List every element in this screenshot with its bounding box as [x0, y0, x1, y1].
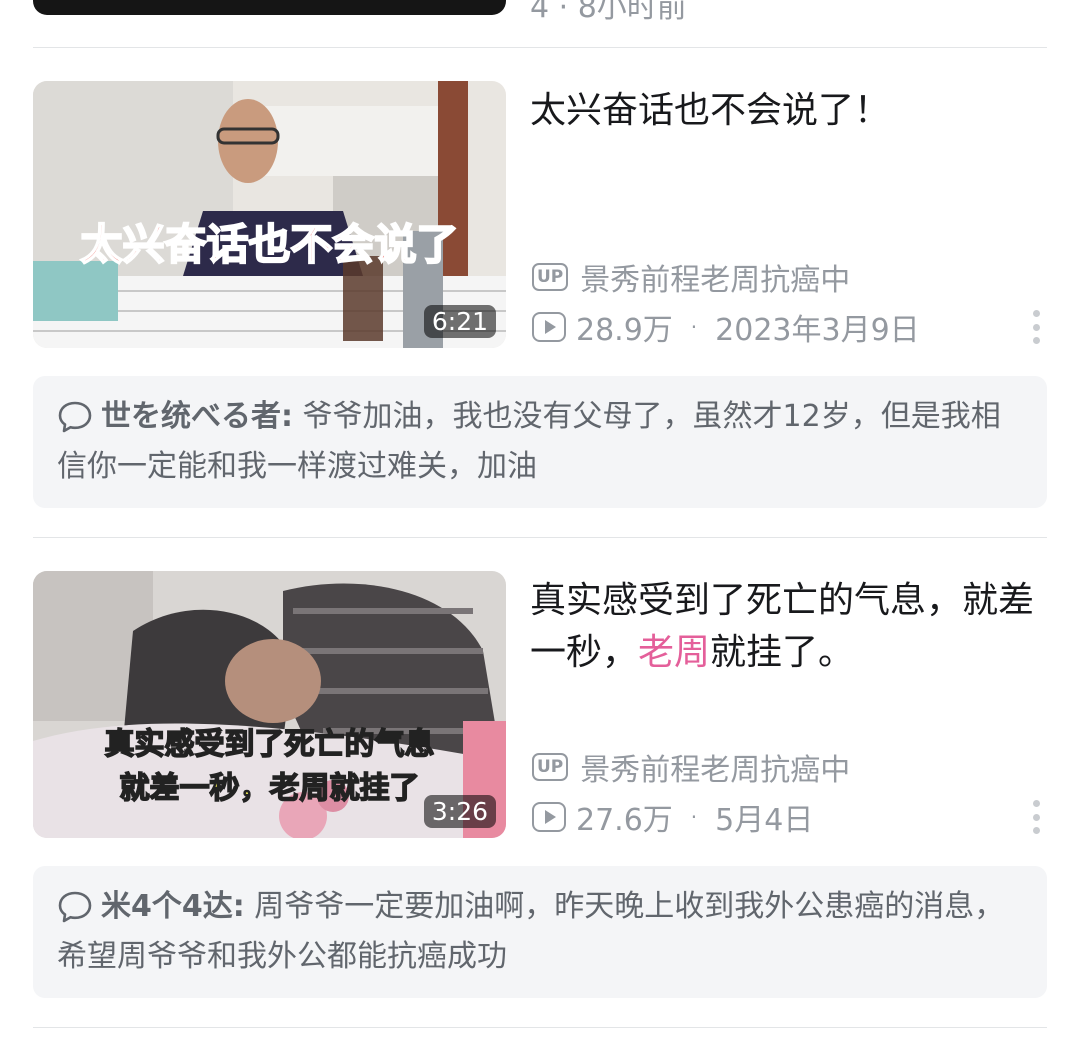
divider: [33, 537, 1047, 538]
up-badge-icon: UP: [532, 753, 569, 781]
thumbnail-caption: 太兴奋话也不会说了: [79, 219, 459, 270]
thumbnail-caption-line-1: 真实感受到了死亡的气息: [104, 726, 436, 763]
uploader-name: 景秀前程老周抗癌中: [580, 263, 851, 298]
title-text-suffix: 就挂了。: [710, 632, 855, 673]
comment-icon: [58, 401, 92, 433]
play-count-icon: [532, 312, 566, 342]
more-options-icon[interactable]: [1030, 310, 1042, 344]
title-text: 太兴奋话也不会说了！: [530, 90, 891, 131]
separator-dot: ·: [690, 315, 698, 339]
previous-video-card-partial[interactable]: 4 · 8小时前: [0, 0, 1080, 48]
video-thumbnail[interactable]: 太兴奋话也不会说了 6:21: [33, 81, 506, 348]
comment-author: 世を统べる者:: [101, 399, 293, 434]
up-badge-icon: UP: [532, 263, 569, 291]
top-comment[interactable]: 米4个4达: 周爷爷一定要加油啊，昨天晚上收到我外公患癌的消息，希望周爷爷和我外…: [33, 866, 1047, 998]
view-count: 27.6万: [576, 803, 673, 838]
play-count-icon: [532, 802, 566, 832]
top-comment[interactable]: 世を统べる者: 爷爷加油，我也没有父母了，虽然才12岁，但是我相信你一定能和我一…: [33, 376, 1047, 508]
video-duration: 3:26: [423, 795, 496, 828]
video-thumbnail[interactable]: [33, 0, 506, 15]
divider: [33, 1027, 1047, 1028]
video-stats: 28.9万 · 2023年3月9日: [532, 307, 920, 348]
uploader-name: 景秀前程老周抗癌中: [580, 753, 851, 788]
comment-icon: [58, 891, 92, 923]
title-highlight: 老周: [638, 632, 711, 673]
video-thumbnail[interactable]: 真实感受到了死亡的气息 就差一秒，老周就挂了 3:26: [33, 571, 506, 838]
separator-dot: ·: [690, 805, 698, 829]
video-stats: 27.6万 · 5月4日: [532, 797, 814, 838]
publish-date: 5月4日: [715, 803, 814, 838]
video-title[interactable]: 太兴奋话也不会说了！: [530, 85, 1040, 137]
comment-author: 米4个4达:: [101, 889, 245, 924]
video-meta: 4 · 8小时前: [530, 0, 687, 25]
view-count: 28.9万: [576, 313, 673, 348]
uploader-row[interactable]: UP 景秀前程老周抗癌中: [532, 257, 851, 298]
divider: [33, 47, 1047, 48]
more-options-icon[interactable]: [1030, 800, 1042, 834]
publish-date: 2023年3月9日: [715, 313, 920, 348]
video-title[interactable]: 真实感受到了死亡的气息，就差一秒，老周就挂了。: [530, 575, 1040, 679]
video-duration: 6:21: [423, 305, 496, 338]
uploader-row[interactable]: UP 景秀前程老周抗癌中: [532, 747, 851, 788]
